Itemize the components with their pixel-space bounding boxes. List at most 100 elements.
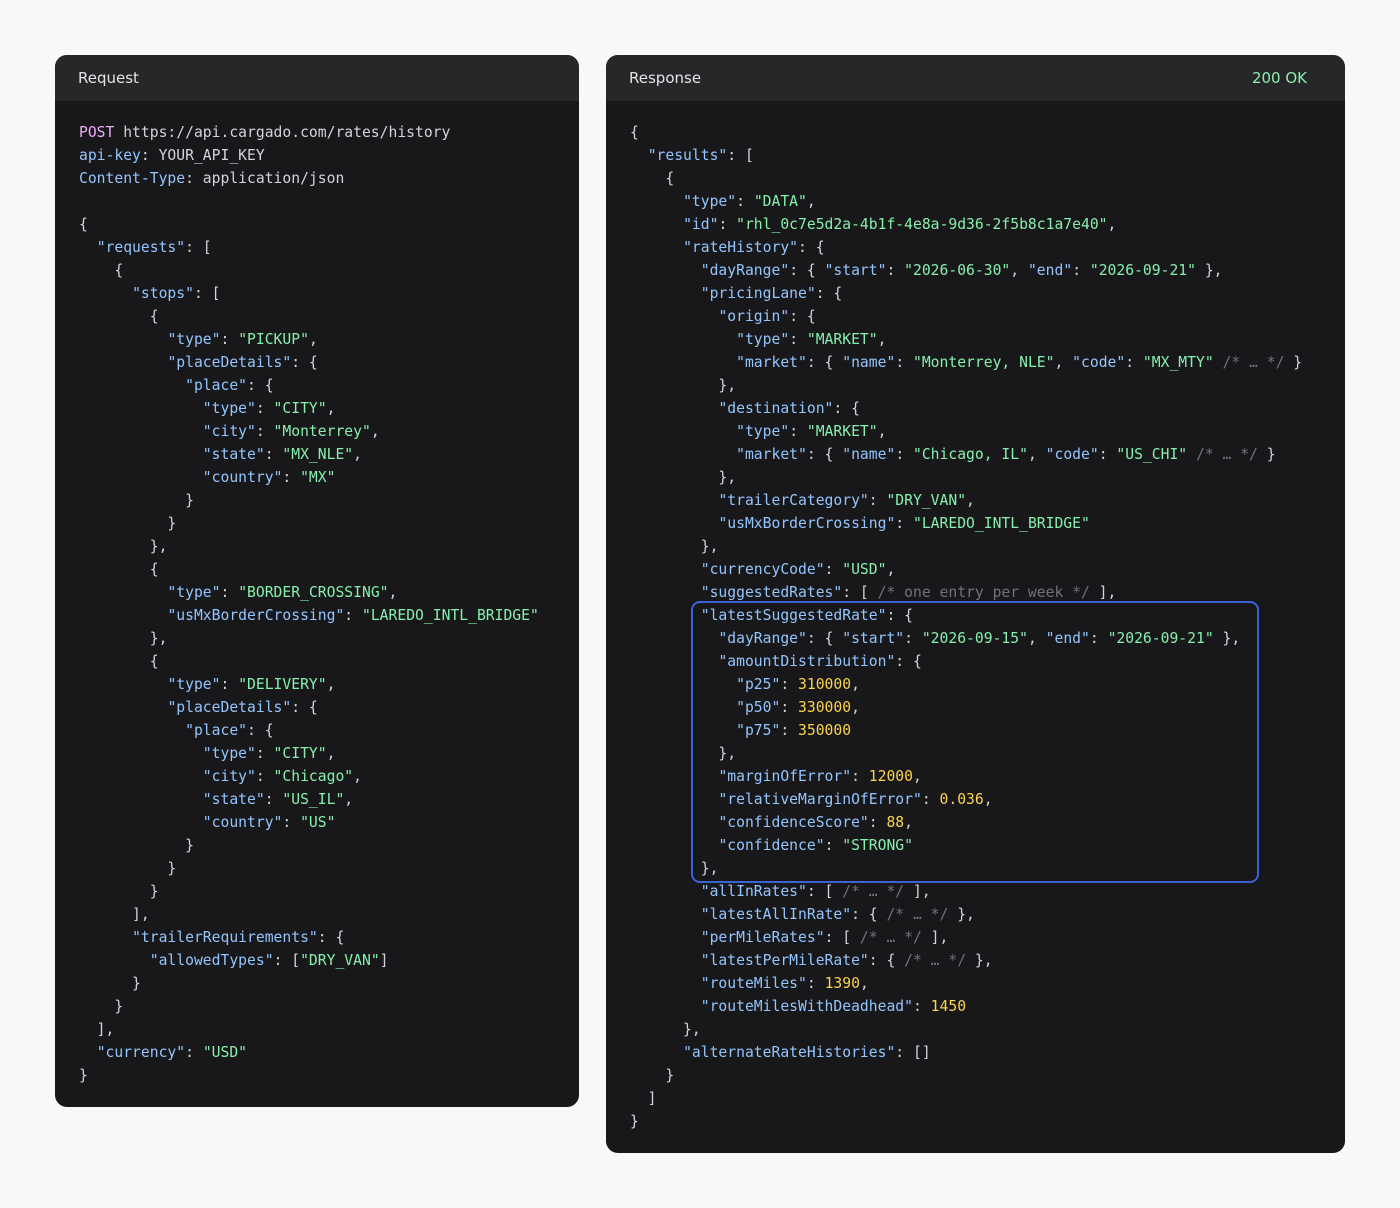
code-text: : { bbox=[317, 929, 345, 946]
code-line: "perMileRates": [ /* … */ ], bbox=[630, 926, 1345, 949]
code-text: : { bbox=[806, 354, 843, 371]
response-code-block[interactable]: { "results": [ { "type": "DATA", "id": "… bbox=[606, 101, 1345, 1133]
code-text: { bbox=[79, 653, 159, 670]
json-string: "USD" bbox=[202, 1044, 248, 1061]
json-key: "p75" bbox=[736, 722, 781, 739]
code-line: } bbox=[630, 1110, 1345, 1133]
code-line: "type": "DATA", bbox=[630, 190, 1345, 213]
code-text: , bbox=[912, 768, 922, 785]
code-text: : bbox=[255, 423, 274, 440]
code-line: }, bbox=[630, 1018, 1345, 1041]
code-text: } bbox=[79, 515, 177, 532]
code-comment: /* … */ bbox=[1222, 354, 1285, 371]
json-key: "allInRates" bbox=[700, 883, 807, 900]
json-key: "market" bbox=[736, 354, 807, 371]
json-key: "trailerRequirements" bbox=[132, 929, 318, 946]
code-text: : [ bbox=[842, 584, 878, 601]
json-key: "city" bbox=[202, 423, 256, 440]
code-line: { bbox=[79, 259, 579, 282]
json-key: "placeDetails" bbox=[167, 354, 292, 371]
json-number: 1450 bbox=[930, 998, 967, 1015]
json-key: api-key bbox=[79, 147, 141, 164]
code-line: "p75": 350000 bbox=[630, 719, 1345, 742]
code-text: : bbox=[824, 837, 843, 854]
json-key: "end" bbox=[1027, 262, 1073, 279]
code-text: , bbox=[1054, 354, 1073, 371]
json-key: "suggestedRates" bbox=[700, 584, 843, 601]
code-text: : [] bbox=[895, 1044, 931, 1061]
json-string: "Monterrey" bbox=[273, 423, 371, 440]
json-key: "code" bbox=[1045, 446, 1099, 463]
json-string: "DRY_VAN" bbox=[300, 952, 380, 969]
json-key: "type" bbox=[202, 400, 256, 417]
code-line: "place": { bbox=[79, 374, 579, 397]
code-line: { bbox=[79, 558, 579, 581]
json-key: "latestAllInRate" bbox=[700, 906, 852, 923]
code-text: : bbox=[886, 262, 905, 279]
code-line: "type": "DELIVERY", bbox=[79, 673, 579, 696]
json-key: "type" bbox=[167, 676, 221, 693]
code-text: : [ bbox=[273, 952, 301, 969]
json-string: "US" bbox=[300, 814, 336, 831]
code-text: ] bbox=[379, 952, 389, 969]
code-text: : bbox=[255, 768, 274, 785]
request-code-block[interactable]: POST https://api.cargado.com/rates/histo… bbox=[55, 101, 579, 1087]
json-key: "start" bbox=[842, 630, 905, 647]
code-text: : bbox=[912, 998, 931, 1015]
code-line: "place": { bbox=[79, 719, 579, 742]
code-text: : [ bbox=[727, 147, 754, 164]
code-line: }, bbox=[630, 742, 1345, 765]
code-text: , bbox=[904, 814, 913, 831]
code-text: }, bbox=[1196, 262, 1223, 279]
code-comment: /* … */ bbox=[886, 906, 949, 923]
json-key: "usMxBorderCrossing" bbox=[718, 515, 896, 532]
code-text: : bbox=[282, 469, 301, 486]
code-text: : { bbox=[806, 446, 843, 463]
json-number: 330000 bbox=[798, 699, 852, 716]
json-number: 310000 bbox=[798, 676, 852, 693]
json-key: "market" bbox=[736, 446, 807, 463]
http-method: POST bbox=[79, 124, 115, 141]
code-text: , bbox=[877, 331, 887, 348]
json-key: "routeMiles" bbox=[700, 975, 807, 992]
json-key: "amountDistribution" bbox=[718, 653, 896, 670]
code-text: : bbox=[220, 331, 239, 348]
json-key: "confidence" bbox=[718, 837, 825, 854]
code-text: : bbox=[789, 423, 807, 440]
json-key: "start" bbox=[824, 262, 887, 279]
json-key: "country" bbox=[202, 814, 283, 831]
code-line: "city": "Chicago", bbox=[79, 765, 579, 788]
json-key: "routeMilesWithDeadhead" bbox=[700, 998, 913, 1015]
json-string: "Chicago" bbox=[273, 768, 354, 785]
code-text: , bbox=[326, 745, 336, 762]
code-text: : bbox=[806, 975, 825, 992]
json-key: "state" bbox=[202, 446, 265, 463]
json-key: "confidenceScore" bbox=[718, 814, 869, 831]
code-text: : bbox=[780, 676, 799, 693]
code-line: "placeDetails": { bbox=[79, 696, 579, 719]
code-text: : { bbox=[895, 653, 922, 670]
json-key: "p50" bbox=[736, 699, 781, 716]
code-text: , bbox=[326, 676, 336, 693]
code-text: : bbox=[868, 814, 887, 831]
json-string: "LAREDO_INTL_BRIDGE" bbox=[361, 607, 539, 624]
code-text: : bbox=[789, 331, 807, 348]
request-panel: Request POST https://api.cargado.com/rat… bbox=[55, 55, 579, 1107]
code-text: } bbox=[79, 883, 159, 900]
